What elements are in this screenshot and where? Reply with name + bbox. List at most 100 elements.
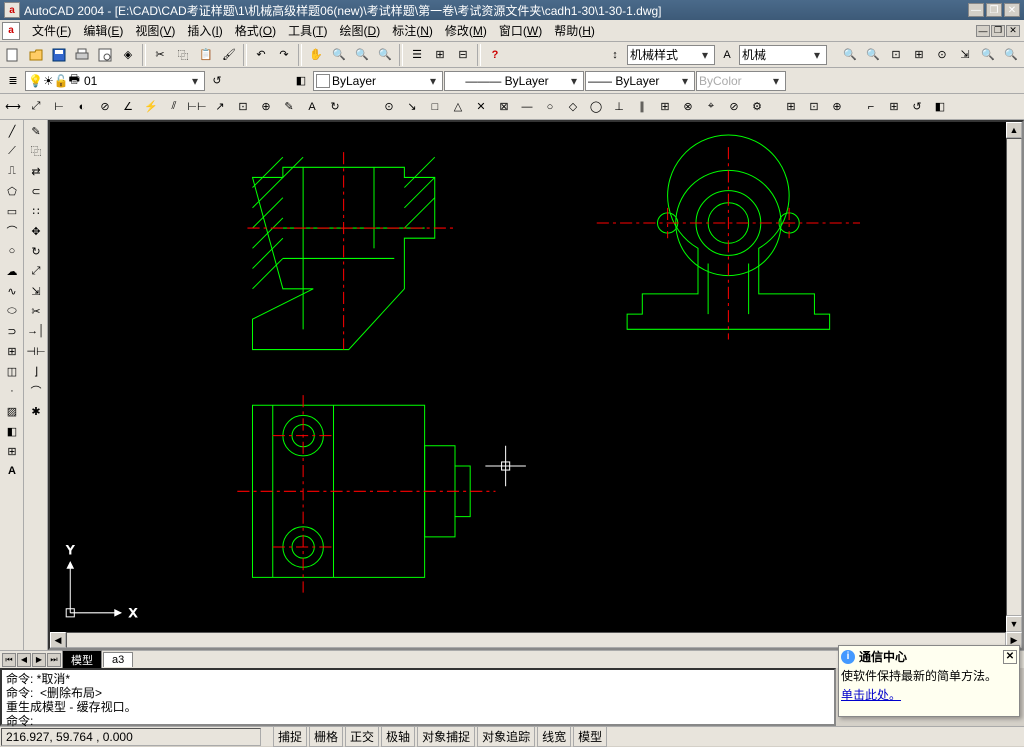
fillet-button[interactable]: ⌒ [25,381,47,401]
menu-insert[interactable]: 插入(I) [181,20,228,41]
textstyle-combo[interactable]: 机械▾ [739,45,827,65]
snap-toggle[interactable]: 捕捉 [273,726,307,747]
line-button[interactable]: ╱ [1,121,23,141]
dim-ordinate-button[interactable]: ⊢ [48,96,70,118]
drawing-canvas[interactable]: X Y ▲▼ ◀▶ [48,120,1024,650]
3dorbit-button[interactable]: ⊕ [826,96,848,118]
osnap-temp-button[interactable]: ⊙ [378,96,400,118]
table-button[interactable]: ⊞ [1,441,23,461]
extend-button[interactable]: →│ [25,321,47,341]
redo-button[interactable]: ↷ [273,44,295,66]
dimstyle-icon[interactable]: ↕ [604,44,626,66]
vertical-scrollbar[interactable]: ▲▼ [1006,122,1022,632]
osnap-int-button[interactable]: ✕ [470,96,492,118]
ellipse-button[interactable]: ⬭ [1,301,23,321]
copy-obj-button[interactable]: ⿻ [25,141,47,161]
chamfer-button[interactable]: ⌋ [25,361,47,381]
stretch-button[interactable]: ⇲ [25,281,47,301]
mdi-minimize-button[interactable]: — [976,25,990,37]
lineweight-combo[interactable]: —— ByLayer▾ [585,71,695,91]
hatch-button[interactable]: ▨ [1,401,23,421]
zoom-ext-button[interactable]: ⊞ [908,44,930,66]
undo-button[interactable]: ↶ [250,44,272,66]
xline-button[interactable]: ⟋ [1,141,23,161]
zoom-all-button[interactable]: ⊡ [885,44,907,66]
layer-combo[interactable]: 💡 ☀ 🔓 🖶 01▾ [25,71,205,91]
tab-first-button[interactable]: ⏮ [2,653,16,667]
mtext-button[interactable]: A [1,461,23,481]
dim-aligned-button[interactable]: ⤢ [25,96,47,118]
osnap-ext-button[interactable]: — [516,96,538,118]
menu-draw[interactable]: 绘图(D) [334,20,387,41]
plotstyle-combo[interactable]: ByColor▾ [696,71,786,91]
tab-next-button[interactable]: ▶ [32,653,46,667]
dim-leader-button[interactable]: ↗ [209,96,231,118]
layer-manager-button[interactable]: ≣ [2,70,24,92]
zoom-center-button[interactable]: ⊙ [931,44,953,66]
polygon-button[interactable]: ⬠ [1,181,23,201]
ucs-prev-button[interactable]: ↺ [906,96,928,118]
maximize-button[interactable]: ❐ [986,3,1002,17]
publish-button[interactable]: ◈ [117,44,139,66]
comm-center-close-button[interactable]: ✕ [1003,650,1017,664]
tab-last-button[interactable]: ⏭ [47,653,61,667]
menu-format[interactable]: 格式(O) [229,20,282,41]
tab-model[interactable]: 模型 [62,650,102,669]
osnap-ins-button[interactable]: ⊞ [654,96,676,118]
color-combo[interactable]: ByLayer▾ [313,71,443,91]
match-properties-button[interactable]: 🖌 [218,44,240,66]
menu-help[interactable]: 帮助(H) [548,20,601,41]
zoom-realtime-button[interactable]: 🔍 [328,44,350,66]
coordinates-readout[interactable]: 216.927, 59.764 , 0.000 [1,728,261,746]
rotate-button[interactable]: ↻ [25,241,47,261]
close-button[interactable]: ✕ [1004,3,1020,17]
dim-center-button[interactable]: ⊕ [255,96,277,118]
trim-button[interactable]: ✂ [25,301,47,321]
revcloud-button[interactable]: ☁ [1,261,23,281]
ucs-button[interactable]: ⌐ [860,96,882,118]
mdi-close-button[interactable]: ✕ [1006,25,1020,37]
dim-radius-button[interactable]: ◐ [71,96,93,118]
menu-edit[interactable]: 编辑(E) [77,20,129,41]
ucs-world-button[interactable]: ⊞ [883,96,905,118]
cut-button[interactable]: ✂ [149,44,171,66]
explode-button[interactable]: ✱ [25,401,47,421]
osnap-nod-button[interactable]: ⊗ [677,96,699,118]
color-button[interactable]: ◧ [290,70,312,92]
open-button[interactable] [25,44,47,66]
dim-quick-button[interactable]: ⚡ [140,96,162,118]
osnap-nea-button[interactable]: ⌖ [700,96,722,118]
layer-prev-button[interactable]: ↺ [206,70,228,92]
ellipsearc-button[interactable]: ⊃ [1,321,23,341]
menu-tools[interactable]: 工具(T) [282,20,333,41]
modelspace-toggle[interactable]: 模型 [573,726,607,747]
tab-layout-a3[interactable]: a3 [103,652,133,667]
zoom-out-button[interactable]: 🔍 [862,44,884,66]
menu-file[interactable]: 文件(F) [26,20,77,41]
menu-view[interactable]: 视图(V) [129,20,181,41]
array-button[interactable]: ∷ [25,201,47,221]
osnap-tan-button[interactable]: ◯ [585,96,607,118]
mdi-restore-button[interactable]: ❐ [991,25,1005,37]
linetype-combo[interactable]: ——— ByLayer▾ [444,71,584,91]
cmd-prompt[interactable]: 命令: [6,714,830,728]
dim-angular-button[interactable]: ∠ [117,96,139,118]
erase-button[interactable]: ✎ [25,121,47,141]
pline-button[interactable]: ⎍ [1,161,23,181]
textstyle-icon[interactable]: A [716,44,738,66]
osnap-appint-button[interactable]: ⊠ [493,96,515,118]
zoom-scale-button[interactable]: ⇲ [954,44,976,66]
command-window[interactable]: 命令: *取消* 命令: <删除布局> 重生成模型 - 缓存视口。 命令: [0,668,836,726]
dim-tolerance-button[interactable]: ⊡ [232,96,254,118]
point-button[interactable]: · [1,381,23,401]
plot-button[interactable] [71,44,93,66]
osnap-non-button[interactable]: ⊘ [723,96,745,118]
osnap-set-button[interactable]: ⚙ [746,96,768,118]
copy-button[interactable]: ⿻ [172,44,194,66]
break-button[interactable]: ⊣⊢ [25,341,47,361]
dim-baseline-button[interactable]: ⫽ [163,96,185,118]
osnap-par-button[interactable]: ∥ [631,96,653,118]
preview-button[interactable] [94,44,116,66]
viewport-button[interactable]: ⊡ [803,96,825,118]
insert-button[interactable]: ⊞ [1,341,23,361]
